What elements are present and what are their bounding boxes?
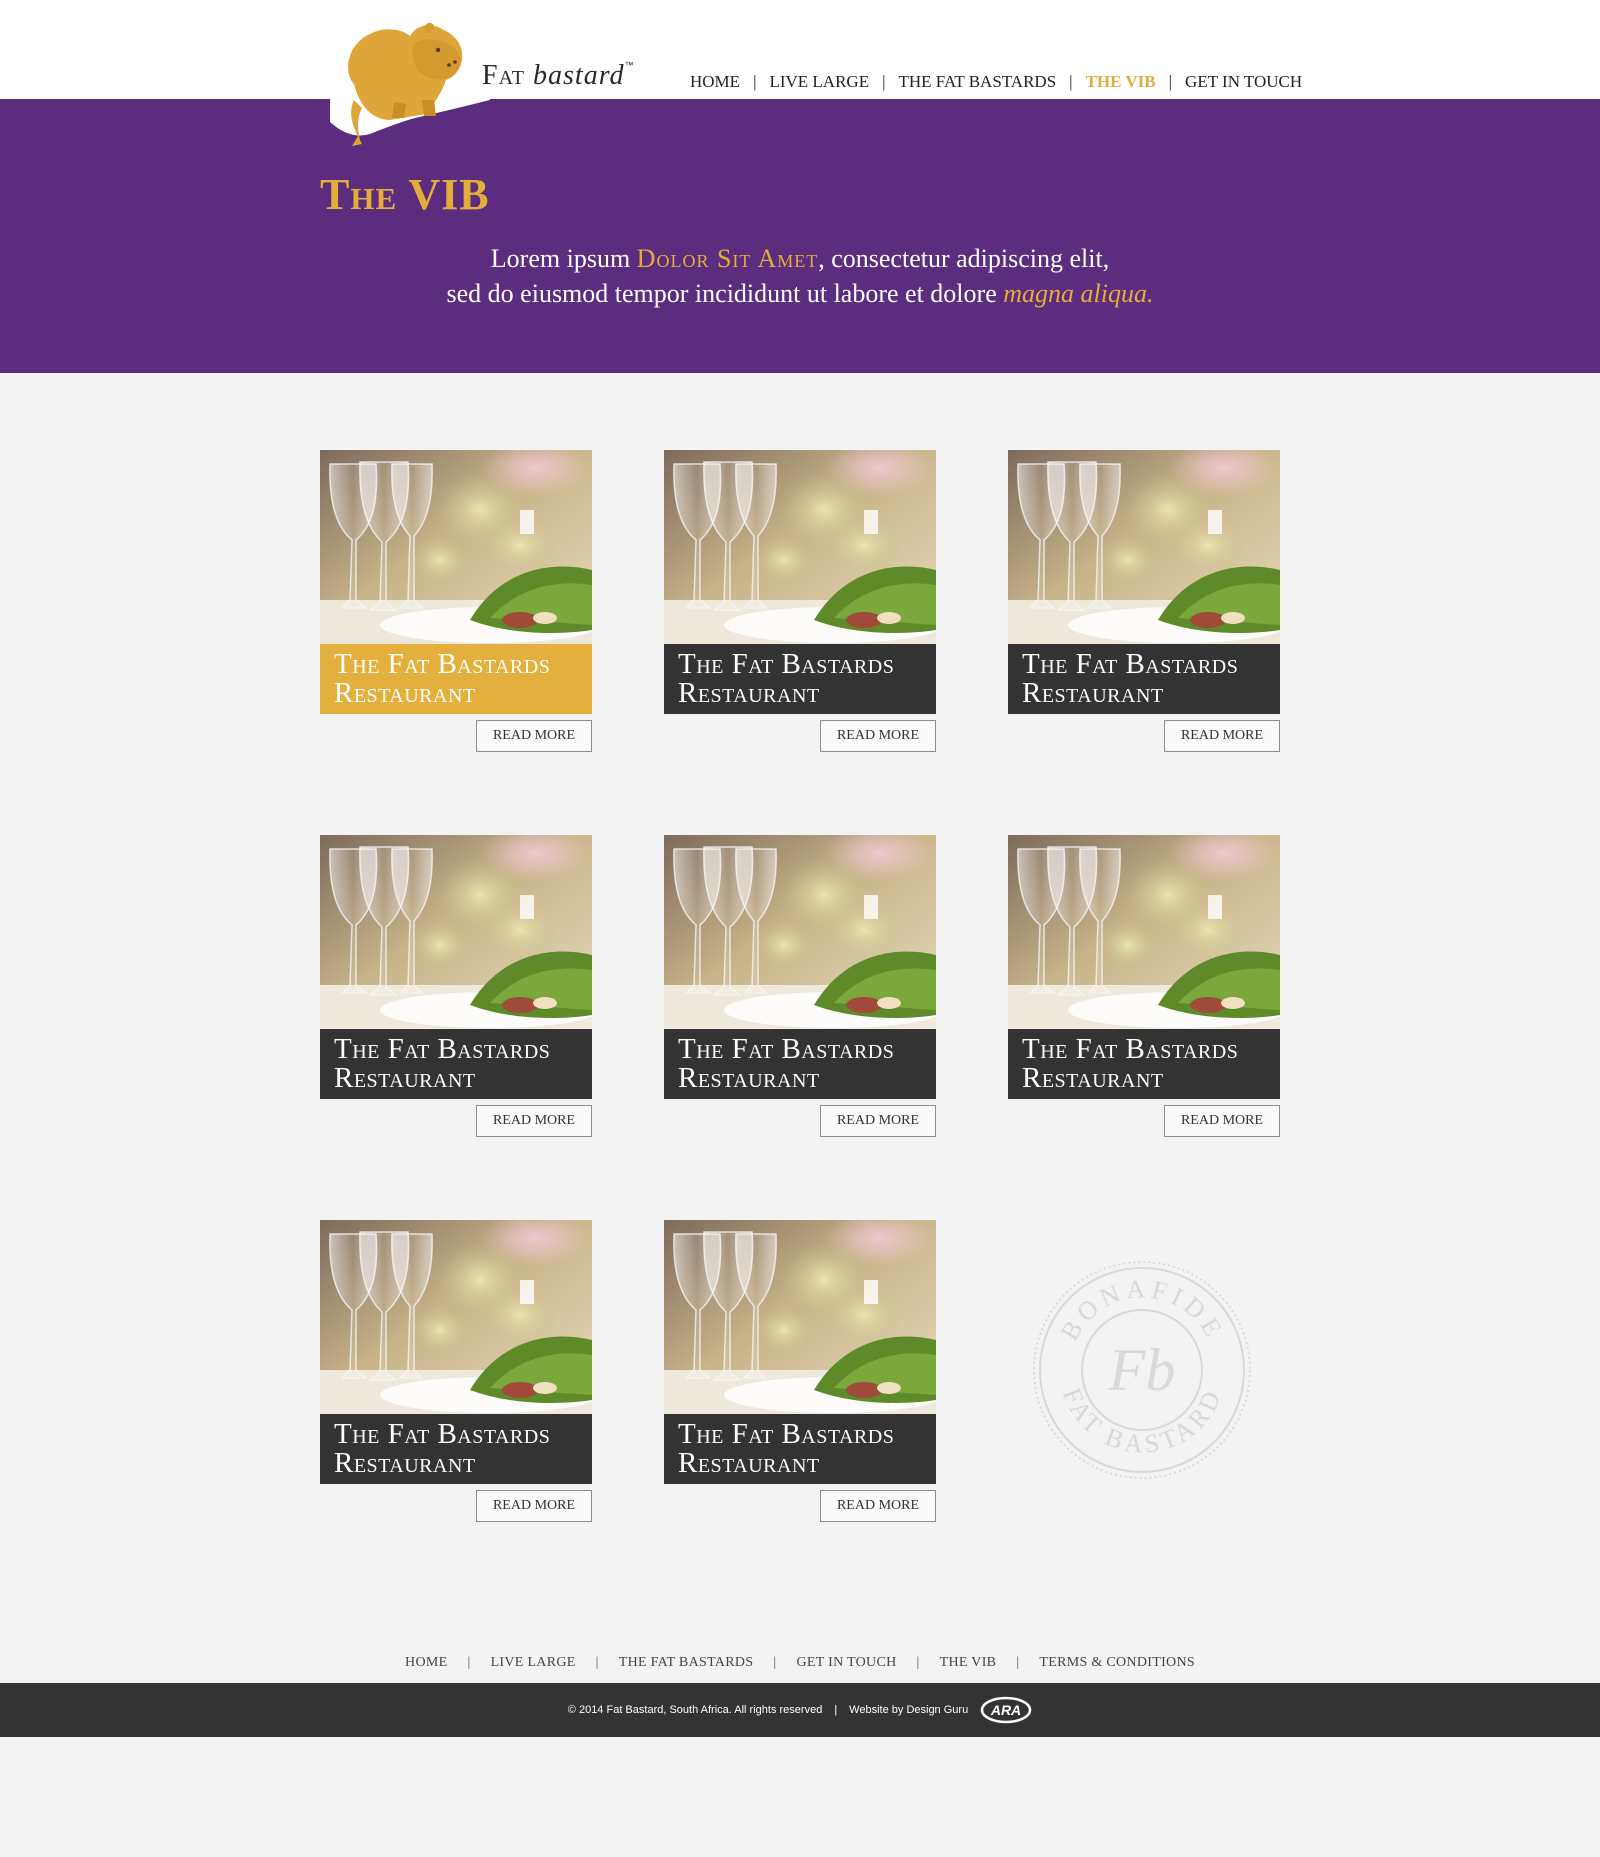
main-nav: HOME | LIVE LARGE | THE FAT BASTARDS | T… bbox=[690, 70, 1302, 94]
footer-separator: | bbox=[1016, 1655, 1020, 1670]
card-title-line1: The Fat Bastards bbox=[678, 1418, 895, 1450]
read-more-button[interactable]: READ MORE bbox=[820, 1105, 936, 1137]
card-title[interactable]: The Fat Bastards Restaurant bbox=[320, 644, 592, 714]
read-more-button[interactable]: READ MORE bbox=[820, 1490, 936, 1522]
card-title[interactable]: The Fat Bastards Restaurant bbox=[664, 1414, 936, 1484]
restaurant-photo[interactable] bbox=[320, 1220, 592, 1420]
nav-the-vib[interactable]: THE VIB bbox=[1086, 72, 1156, 92]
card-1[interactable]: The Fat Bastards Restaurant READ MORE bbox=[320, 450, 592, 754]
footer-separator: | bbox=[916, 1655, 920, 1670]
stamp-monogram: Fb bbox=[1108, 1337, 1176, 1403]
nav-get-in-touch[interactable]: GET IN TOUCH bbox=[1185, 72, 1302, 92]
ara-logo-text: ARA bbox=[990, 1702, 1021, 1718]
card-title-line1: The Fat Bastards bbox=[334, 1033, 551, 1065]
read-more-button[interactable]: READ MORE bbox=[1164, 720, 1280, 752]
footer-link-the-vib[interactable]: THE VIB bbox=[940, 1655, 997, 1671]
card-title-line1: The Fat Bastards bbox=[678, 1033, 895, 1065]
footer-separator: | bbox=[595, 1655, 599, 1670]
footer-link-live-large[interactable]: LIVE LARGE bbox=[491, 1655, 576, 1671]
card-title-line1: The Fat Bastards bbox=[334, 1418, 551, 1450]
nav-home[interactable]: HOME bbox=[690, 72, 740, 92]
footer-separator: | bbox=[467, 1655, 471, 1670]
hero-line1-end: , consectetur adipiscing elit, bbox=[818, 244, 1110, 273]
copyright-text: © 2014 Fat Bastard, South Africa. All ri… bbox=[567, 1704, 823, 1716]
read-more-button[interactable]: READ MORE bbox=[476, 1105, 592, 1137]
card-title[interactable]: The Fat Bastards Restaurant bbox=[320, 1414, 592, 1484]
card-title-line2: Restaurant bbox=[334, 1062, 476, 1094]
page-title: The VIB bbox=[320, 170, 490, 219]
footer-link-the-fat-bastards[interactable]: THE FAT BASTARDS bbox=[619, 1655, 754, 1671]
card-title-line2: Restaurant bbox=[678, 1062, 820, 1094]
read-more-button[interactable]: READ MORE bbox=[476, 1490, 592, 1522]
nav-live-large[interactable]: LIVE LARGE bbox=[769, 72, 869, 92]
restaurant-photo[interactable] bbox=[1008, 835, 1280, 1035]
nav-separator: | bbox=[1168, 72, 1173, 91]
card-title-line2: Restaurant bbox=[334, 677, 476, 709]
card-title[interactable]: The Fat Bastards Restaurant bbox=[664, 1029, 936, 1099]
card-8[interactable]: The Fat Bastards Restaurant READ MORE bbox=[664, 1220, 936, 1524]
footer-bar: © 2014 Fat Bastard, South Africa. All ri… bbox=[0, 1683, 1600, 1737]
restaurant-photo[interactable] bbox=[1008, 450, 1280, 650]
trademark-symbol: ™ bbox=[624, 60, 635, 70]
card-title-line1: The Fat Bastards bbox=[678, 648, 895, 680]
hero-line2-highlight: magna aliqua. bbox=[1003, 279, 1154, 308]
hero-banner: The VIB Lorem ipsum Dolor Sit Amet, cons… bbox=[0, 99, 1600, 373]
nav-separator: | bbox=[753, 72, 757, 91]
card-title-line1: The Fat Bastards bbox=[334, 648, 551, 680]
nav-separator: | bbox=[1069, 72, 1073, 91]
hero-line1-start: Lorem ipsum bbox=[490, 244, 637, 273]
card-5[interactable]: The Fat Bastards Restaurant READ MORE bbox=[664, 835, 936, 1139]
card-title-line1: The Fat Bastards bbox=[1022, 648, 1239, 680]
ara-logo-icon[interactable]: ARA bbox=[980, 1695, 1032, 1725]
nav-separator: | bbox=[882, 72, 886, 91]
restaurant-photo[interactable] bbox=[664, 450, 936, 650]
footer-link-home[interactable]: HOME bbox=[405, 1655, 447, 1671]
card-title[interactable]: The Fat Bastards Restaurant bbox=[1008, 1029, 1280, 1099]
card-6[interactable]: The Fat Bastards Restaurant READ MORE bbox=[1008, 835, 1280, 1139]
footer-link-get-in-touch[interactable]: GET IN TOUCH bbox=[796, 1655, 896, 1671]
card-title-line2: Restaurant bbox=[678, 677, 820, 709]
hero-line1-highlight: Dolor Sit Amet bbox=[636, 244, 819, 273]
card-title[interactable]: The Fat Bastards Restaurant bbox=[664, 644, 936, 714]
restaurant-photo[interactable] bbox=[664, 835, 936, 1035]
card-4[interactable]: The Fat Bastards Restaurant READ MORE bbox=[320, 835, 592, 1139]
credit-text[interactable]: Website by Design Guru bbox=[849, 1704, 968, 1716]
card-2[interactable]: The Fat Bastards Restaurant READ MORE bbox=[664, 450, 936, 754]
hero-line2-start: sed do eiusmod tempor incididunt ut labo… bbox=[446, 279, 1004, 308]
nav-the-fat-bastards[interactable]: THE FAT BASTARDS bbox=[899, 72, 1057, 92]
card-3[interactable]: The Fat Bastards Restaurant READ MORE bbox=[1008, 450, 1280, 754]
card-title-line2: Restaurant bbox=[1022, 1062, 1164, 1094]
card-title-line1: The Fat Bastards bbox=[1022, 1033, 1239, 1065]
restaurant-photo[interactable] bbox=[320, 835, 592, 1035]
footer-nav: HOME | LIVE LARGE | THE FAT BASTARDS | G… bbox=[0, 1652, 1600, 1674]
read-more-button[interactable]: READ MORE bbox=[476, 720, 592, 752]
brand-word-fat: Fat bbox=[482, 60, 526, 91]
card-title-line2: Restaurant bbox=[334, 1447, 476, 1479]
brand-wordmark[interactable]: Fat bastard™ bbox=[482, 60, 635, 92]
footer-link-terms[interactable]: TERMS & CONDITIONS bbox=[1039, 1655, 1195, 1671]
bonafide-stamp-icon: BONAFIDE FAT BASTARD Fb bbox=[1033, 1261, 1251, 1479]
restaurant-photo[interactable] bbox=[320, 450, 592, 650]
card-title-line2: Restaurant bbox=[678, 1447, 820, 1479]
read-more-button[interactable]: READ MORE bbox=[820, 720, 936, 752]
card-title-line2: Restaurant bbox=[1022, 677, 1164, 709]
restaurant-photo[interactable] bbox=[664, 1220, 936, 1420]
footer-separator: | bbox=[773, 1655, 777, 1670]
footer-separator: | bbox=[834, 1704, 838, 1716]
brand-word-bastard: bastard bbox=[533, 60, 625, 91]
hero-intro-text: Lorem ipsum Dolor Sit Amet, consectetur … bbox=[0, 241, 1600, 311]
card-title[interactable]: The Fat Bastards Restaurant bbox=[1008, 644, 1280, 714]
card-7[interactable]: The Fat Bastards Restaurant READ MORE bbox=[320, 1220, 592, 1524]
read-more-button[interactable]: READ MORE bbox=[1164, 1105, 1280, 1137]
card-title[interactable]: The Fat Bastards Restaurant bbox=[320, 1029, 592, 1099]
